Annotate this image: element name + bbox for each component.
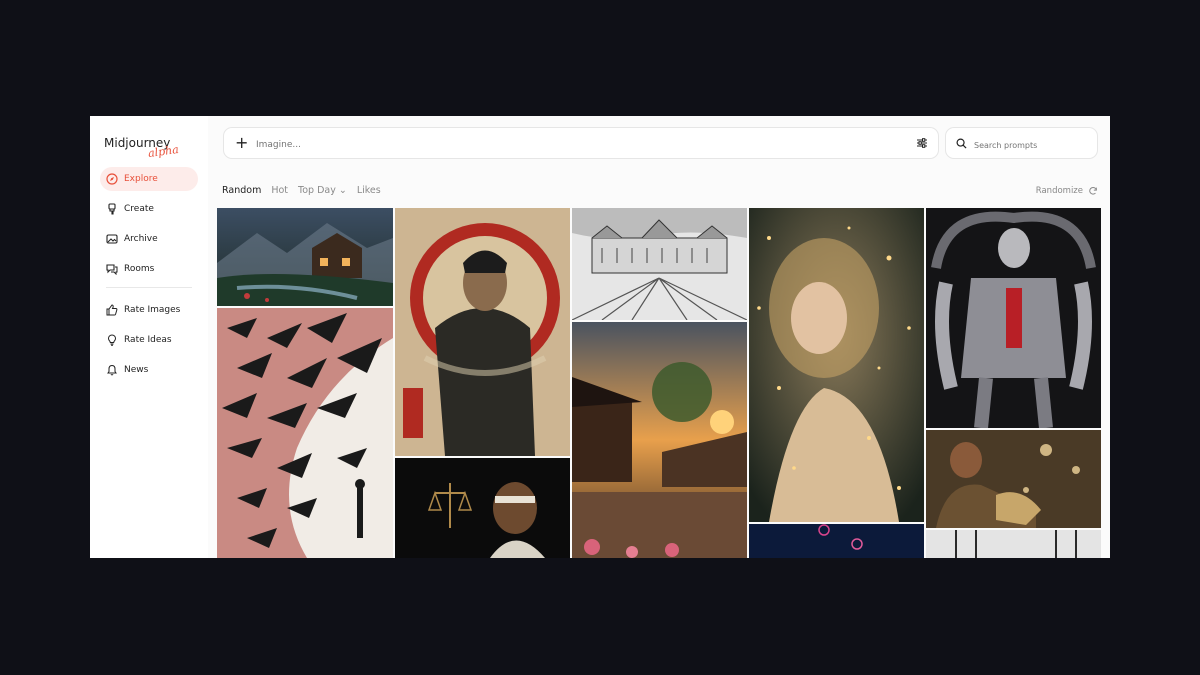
search-box bbox=[945, 127, 1098, 159]
randomize-label: Randomize bbox=[1035, 186, 1083, 196]
compass-icon bbox=[106, 173, 118, 185]
tab-top-day[interactable]: Top Day ⌄ bbox=[298, 185, 347, 196]
image-tile-sparkle-woman[interactable] bbox=[749, 208, 924, 522]
imagine-input[interactable] bbox=[254, 136, 898, 154]
feed-tabs: Random Hot Top Day ⌄ Likes bbox=[222, 185, 381, 196]
imagine-prompt-bar: + bbox=[223, 127, 939, 159]
image-icon bbox=[106, 234, 118, 244]
search-icon bbox=[956, 138, 967, 149]
skull-mech-robot-image bbox=[926, 208, 1101, 428]
sidebar-item-label: Rate Images bbox=[124, 305, 181, 315]
image-tile-justice[interactable] bbox=[395, 458, 570, 558]
tab-hot[interactable]: Hot bbox=[271, 185, 288, 196]
sidebar-item-rate-ideas[interactable]: Rate Ideas bbox=[100, 328, 198, 352]
image-tile-robot[interactable] bbox=[926, 208, 1101, 428]
sidebar-item-label: Archive bbox=[124, 234, 158, 244]
sidebar-item-rooms[interactable]: Rooms bbox=[100, 257, 198, 281]
tab-likes[interactable]: Likes bbox=[357, 185, 381, 196]
sidebar-item-label: News bbox=[124, 365, 149, 375]
bell-icon bbox=[107, 364, 117, 376]
image-tile-poster[interactable] bbox=[395, 208, 570, 456]
sidebar-item-explore[interactable]: Explore bbox=[100, 167, 198, 191]
origami-birds-image bbox=[217, 308, 393, 558]
chat-icon bbox=[106, 264, 118, 275]
image-tile-lines[interactable] bbox=[926, 530, 1101, 558]
chateau-sketch-image bbox=[572, 208, 747, 320]
image-tile-chateau[interactable] bbox=[572, 208, 747, 320]
refresh-icon bbox=[1089, 186, 1097, 195]
sidebar-divider bbox=[106, 287, 192, 288]
sidebar-item-label: Create bbox=[124, 204, 154, 214]
image-tile-warrior[interactable] bbox=[926, 430, 1101, 528]
tab-random[interactable]: Random bbox=[222, 185, 261, 196]
sidebar-item-create[interactable]: Create bbox=[100, 197, 198, 221]
randomize-button[interactable]: Randomize bbox=[1036, 186, 1098, 196]
image-tile-cabin[interactable] bbox=[217, 208, 393, 306]
minimal-lines-image bbox=[926, 530, 1101, 558]
thumbs-up-icon bbox=[106, 304, 118, 316]
temple-courtyard-sunset-image bbox=[572, 322, 747, 558]
fireworks-image bbox=[749, 524, 924, 558]
propaganda-poster-image bbox=[395, 208, 570, 456]
app-window: Midjourney alpha Explore Create Archive … bbox=[90, 116, 1110, 558]
search-input[interactable] bbox=[972, 137, 1094, 153]
lightbulb-icon bbox=[107, 334, 117, 346]
sidebar-item-news[interactable]: News bbox=[100, 358, 198, 382]
plus-icon[interactable]: + bbox=[235, 133, 248, 152]
image-tile-fireworks[interactable] bbox=[749, 524, 924, 558]
image-tile-birds[interactable] bbox=[217, 308, 393, 558]
sidebar-item-archive[interactable]: Archive bbox=[100, 227, 198, 251]
sidebar: Midjourney alpha Explore Create Archive … bbox=[90, 116, 208, 558]
logo-alpha-badge: alpha bbox=[147, 142, 180, 161]
golden-sparkle-portrait-image bbox=[749, 208, 924, 522]
sidebar-item-rate-images[interactable]: Rate Images bbox=[100, 298, 198, 322]
image-tile-courtyard[interactable] bbox=[572, 322, 747, 558]
cabin-mountain-image bbox=[217, 208, 393, 306]
brush-icon bbox=[108, 203, 116, 215]
sidebar-item-label: Explore bbox=[124, 174, 158, 184]
sidebar-item-label: Rooms bbox=[124, 264, 155, 274]
lady-justice-image bbox=[395, 458, 570, 558]
sliders-icon[interactable] bbox=[916, 137, 928, 149]
bearded-warrior-image bbox=[926, 430, 1101, 528]
sidebar-item-label: Rate Ideas bbox=[124, 335, 172, 345]
sidebar-nav: Explore Create Archive Rooms Rate Images bbox=[100, 167, 198, 388]
